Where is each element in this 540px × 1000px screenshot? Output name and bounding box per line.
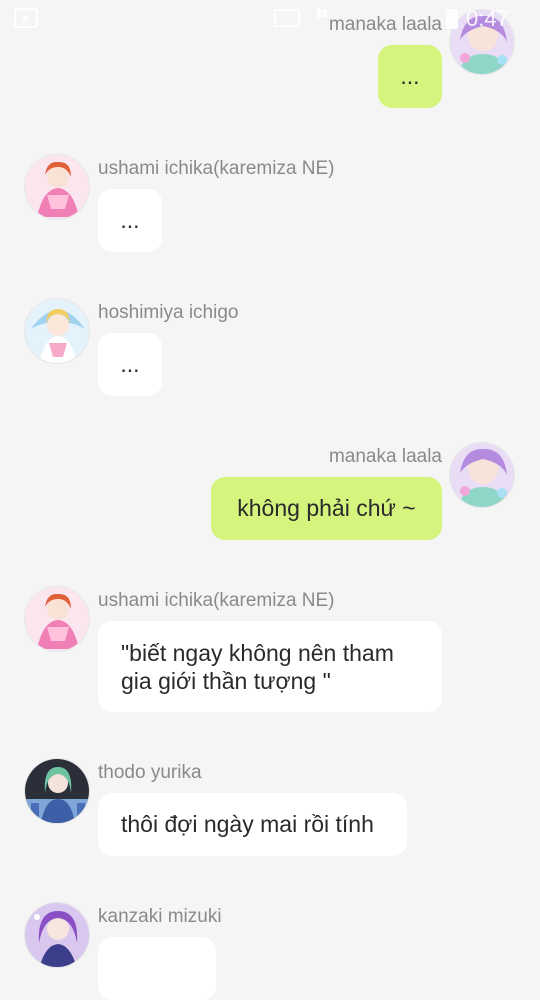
message-text: thôi đợi ngày mai rồi tính bbox=[121, 811, 374, 837]
message-bubble-outgoing[interactable]: không phải chứ ~ bbox=[211, 477, 442, 540]
message-bubble-incoming[interactable] bbox=[98, 937, 216, 1000]
sender-name: kanzaki mizuki bbox=[98, 906, 222, 927]
ichigo-avatar-icon[interactable] bbox=[24, 298, 90, 364]
laala-avatar-icon[interactable] bbox=[449, 9, 515, 75]
sender-name: thodo yurika bbox=[98, 762, 202, 783]
laala-avatar-icon[interactable] bbox=[449, 442, 515, 508]
message-bubble-incoming[interactable]: thôi đợi ngày mai rồi tính bbox=[98, 793, 407, 856]
mizuki-avatar-icon[interactable] bbox=[24, 902, 90, 968]
message-text: ... bbox=[400, 63, 420, 89]
message-bubble-incoming[interactable]: "biết ngay không nên tham gia giới thần … bbox=[98, 621, 442, 712]
ichika-avatar-icon[interactable] bbox=[24, 154, 90, 220]
sender-name: ushami ichika(karemiza NE) bbox=[98, 590, 335, 611]
sender-name: ushami ichika(karemiza NE) bbox=[98, 158, 335, 179]
sender-name: manaka laala bbox=[328, 446, 442, 467]
message-text: ... bbox=[120, 207, 140, 233]
message-text: không phải chứ ~ bbox=[237, 495, 416, 521]
message-bubble-incoming[interactable]: ... bbox=[98, 189, 162, 252]
message-text: "biết ngay không nên tham gia giới thần … bbox=[121, 640, 401, 694]
message-bubble-incoming[interactable]: ... bbox=[98, 333, 162, 396]
screen-record-icon bbox=[14, 8, 38, 28]
message-text: ... bbox=[120, 351, 140, 377]
sender-name: manaka laala bbox=[328, 14, 442, 35]
sender-name: hoshimiya ichigo bbox=[98, 302, 239, 323]
yurika-avatar-icon[interactable] bbox=[24, 758, 90, 824]
message-bubble-outgoing[interactable]: ... bbox=[378, 45, 442, 108]
ichika-avatar-icon[interactable] bbox=[24, 586, 90, 652]
